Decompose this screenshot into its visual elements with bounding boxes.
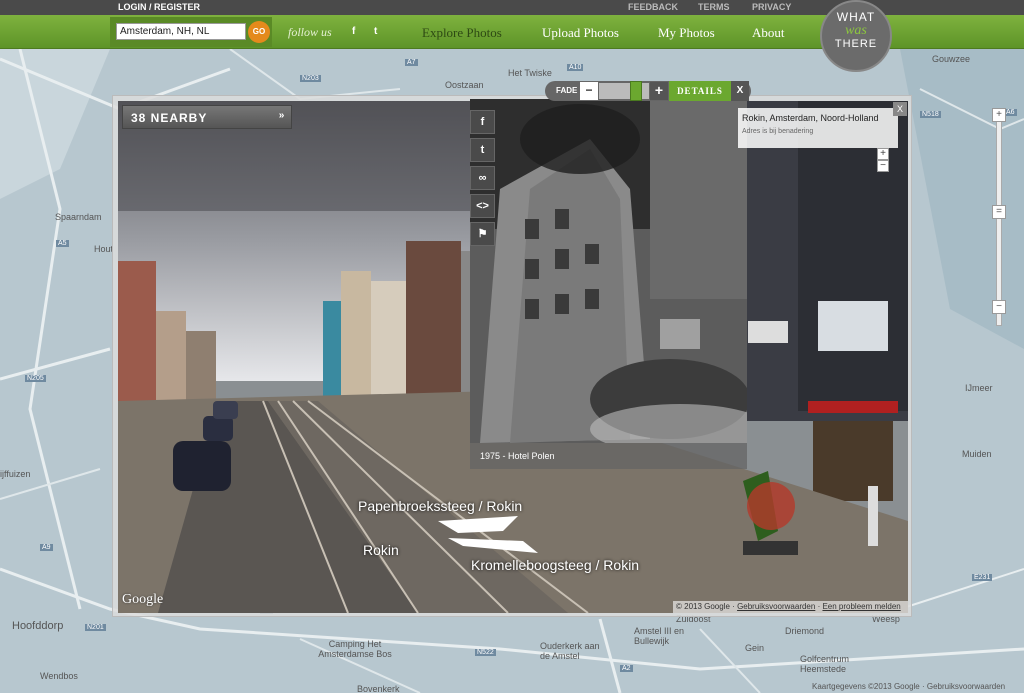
road-badge-a9: A9 bbox=[40, 544, 53, 551]
what-was-there-logo[interactable]: WHAT was THERE bbox=[820, 0, 892, 72]
share-embed-button[interactable]: <> bbox=[470, 194, 495, 218]
upload-photos-link[interactable]: Upload Photos bbox=[542, 25, 619, 41]
logo-text-there: THERE bbox=[834, 38, 878, 50]
street-label-kromelleboogsteeg[interactable]: Kromelleboogsteeg / Rokin bbox=[471, 557, 639, 573]
map-label-golf: Golfcentrum Heemstede bbox=[800, 654, 850, 674]
nearby-dropdown[interactable]: 38 NEARBY » bbox=[122, 105, 292, 129]
map-label-driemond: Driemond bbox=[785, 626, 825, 636]
privacy-link[interactable]: PRIVACY bbox=[752, 2, 791, 12]
road-badge-n522: N522 bbox=[475, 649, 496, 656]
road-badge-n205: N205 bbox=[25, 375, 46, 382]
address-close-button[interactable]: X bbox=[893, 102, 907, 116]
terms-of-use-link[interactable]: Gebruiksvoorwaarden bbox=[737, 602, 815, 611]
road-badge-n203: N203 bbox=[300, 75, 321, 82]
follow-us-label: follow us bbox=[288, 25, 332, 39]
street-label-rokin[interactable]: Rokin bbox=[363, 542, 399, 558]
go-button[interactable]: GO bbox=[248, 21, 270, 43]
explore-photos-link[interactable]: Explore Photos bbox=[422, 25, 502, 41]
logo-text-was: was bbox=[845, 23, 867, 38]
address-box: Rokin, Amsterdam, Noord-Holland Adres is… bbox=[738, 108, 898, 148]
google-logo: Google bbox=[122, 592, 164, 607]
fade-slider-handle[interactable] bbox=[630, 81, 642, 101]
location-search-input[interactable] bbox=[116, 23, 246, 40]
map-label-wendbos: Wendbos bbox=[40, 671, 78, 681]
logo-text-what: WHAT bbox=[836, 10, 876, 24]
map-label-het-twiske: Het Twiske bbox=[508, 68, 552, 78]
map-label-oostzaan: Oostzaan bbox=[445, 80, 484, 90]
road-badge-n201: N201 bbox=[85, 624, 106, 631]
flag-icon[interactable]: ⚑ bbox=[470, 222, 495, 246]
about-link[interactable]: About bbox=[752, 25, 785, 41]
chevron-down-icon: » bbox=[278, 110, 286, 121]
twitter-icon[interactable]: t bbox=[374, 26, 377, 37]
share-twitter-button[interactable]: t bbox=[470, 138, 495, 162]
road-badge-a2: A2 bbox=[620, 665, 633, 672]
fade-label: FADE bbox=[556, 86, 578, 95]
map-label-ijmeer: IJmeer bbox=[965, 383, 993, 393]
map-label-muiden: Muiden bbox=[962, 449, 992, 459]
fade-plus-button[interactable]: + bbox=[650, 82, 668, 100]
feedback-link[interactable]: FEEDBACK bbox=[628, 2, 678, 12]
address-note: Adres is bij benadering bbox=[742, 128, 814, 135]
terms-link[interactable]: TERMS bbox=[698, 2, 730, 12]
location-search: GO bbox=[110, 17, 272, 47]
share-facebook-button[interactable]: f bbox=[470, 110, 495, 134]
address-text: Rokin, Amsterdam, Noord-Holland bbox=[742, 113, 879, 123]
road-badge-e231: E231 bbox=[972, 574, 993, 581]
road-badge-n518: N518 bbox=[920, 111, 941, 118]
road-badge-a7: A7 bbox=[405, 59, 418, 66]
nearby-count: 38 NEARBY bbox=[131, 111, 208, 125]
login-register-link[interactable]: LOGIN / REGISTER bbox=[118, 2, 200, 12]
street-zoom-out-button[interactable]: − bbox=[877, 160, 889, 172]
map-zoom-out-button[interactable]: − bbox=[992, 300, 1006, 314]
facebook-icon[interactable]: f bbox=[352, 26, 355, 37]
street-zoom-in-button[interactable]: + bbox=[877, 148, 889, 160]
map-label-amstel: Amstel III en Bullewijk bbox=[634, 626, 685, 646]
historic-photo-overlay[interactable] bbox=[470, 99, 747, 443]
map-label-ouderkerk: Ouderkerk aan de Amstel bbox=[540, 641, 600, 661]
map-label-fluizen: ijffuizen bbox=[0, 469, 31, 479]
road-badge-a5: A5 bbox=[56, 240, 69, 247]
road-badge-a10: A10 bbox=[567, 64, 584, 71]
photo-caption: 1975 - Hotel Polen bbox=[470, 443, 747, 469]
street-label-papenbroekssteeg[interactable]: Papenbroekssteeg / Rokin bbox=[358, 498, 522, 514]
copyright-text: © 2013 Google · bbox=[676, 602, 735, 611]
report-problem-link[interactable]: Een probleem melden bbox=[822, 602, 900, 611]
close-overlay-button[interactable]: X bbox=[731, 81, 749, 101]
map-zoom-in-button[interactable]: + bbox=[992, 108, 1006, 122]
share-link-button[interactable]: ∞ bbox=[470, 166, 495, 190]
map-label-bovenkerk: Bovenkerk bbox=[357, 684, 400, 693]
street-view-copyright: © 2013 Google · Gebruiksvoorwaarden · Ee… bbox=[673, 601, 908, 613]
map-label-spaarndam: Spaarndam bbox=[55, 212, 102, 222]
historic-photo-image bbox=[470, 99, 747, 443]
map-label-hoofddorp: Hoofddorp bbox=[12, 620, 64, 632]
map-label-gouwzee: Gouwzee bbox=[932, 54, 971, 64]
fade-minus-button[interactable]: − bbox=[580, 82, 598, 100]
map-label-hout: Hout bbox=[94, 244, 114, 254]
map-attribution[interactable]: Kaartgegevens ©2013 Google · Gebruiksvoo… bbox=[812, 682, 1005, 691]
my-photos-link[interactable]: My Photos bbox=[658, 25, 715, 41]
map-zoom-handle[interactable]: = bbox=[992, 205, 1006, 219]
map-label-camping: Camping Het Amsterdamse Bos bbox=[318, 639, 392, 659]
map-label-gein: Gein bbox=[745, 643, 765, 653]
details-button[interactable]: DETAILS bbox=[669, 81, 731, 101]
